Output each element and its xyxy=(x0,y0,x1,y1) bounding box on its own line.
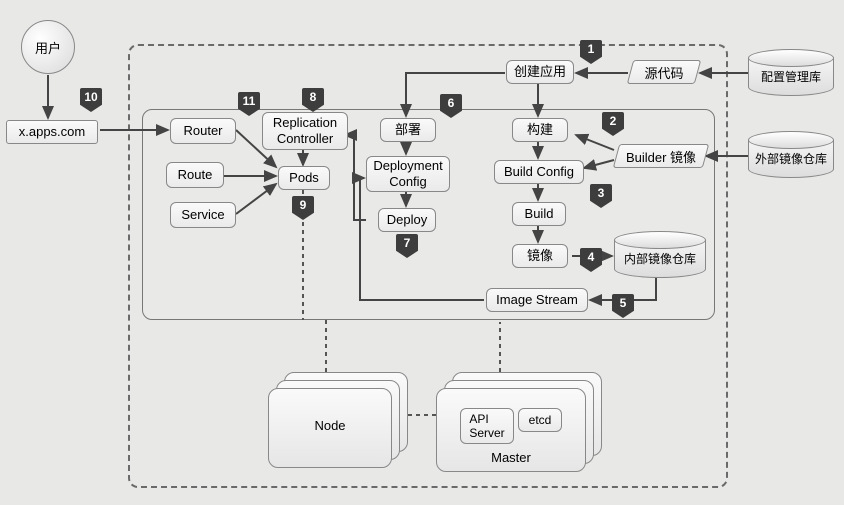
build-box: Build xyxy=(512,202,566,226)
builder-image-para: Builder 镜像 xyxy=(616,144,706,168)
internal-registry-cylinder: 内部镜像仓库 xyxy=(614,240,706,278)
build-config-box: Build Config xyxy=(494,160,584,184)
master-stack: API Server etcd Master xyxy=(436,372,606,472)
replication-controller-box: Replication Controller xyxy=(262,112,348,150)
image-stream-box: Image Stream xyxy=(486,288,588,312)
image-box: 镜像 xyxy=(512,244,568,268)
etcd-box: etcd xyxy=(518,408,562,432)
source-code-para: 源代码 xyxy=(630,60,698,84)
user-actor: 用户 xyxy=(21,20,75,74)
config-repo-cylinder: 配置管理库 xyxy=(748,58,834,96)
api-server-box: API Server xyxy=(460,408,514,444)
route-box: Route xyxy=(166,162,224,188)
connectors xyxy=(0,0,844,505)
node-label: Node xyxy=(314,418,345,433)
user-label: 用户 xyxy=(35,38,61,57)
deployment-config-box: Deployment Config xyxy=(366,156,450,192)
external-registry-cylinder: 外部镜像仓库 xyxy=(748,140,834,178)
router-box: Router xyxy=(170,118,236,144)
deploy-header-box: 部署 xyxy=(380,118,436,142)
build-header-box: 构建 xyxy=(512,118,568,142)
create-app-box: 创建应用 xyxy=(506,60,574,84)
url-text: x.apps.com xyxy=(19,124,85,140)
service-box: Service xyxy=(170,202,236,228)
pods-box: Pods xyxy=(278,166,330,190)
node-stack: Node xyxy=(268,372,408,468)
deploy-box: Deploy xyxy=(378,208,436,232)
master-label: Master xyxy=(491,450,531,465)
url-box: x.apps.com xyxy=(6,120,98,144)
